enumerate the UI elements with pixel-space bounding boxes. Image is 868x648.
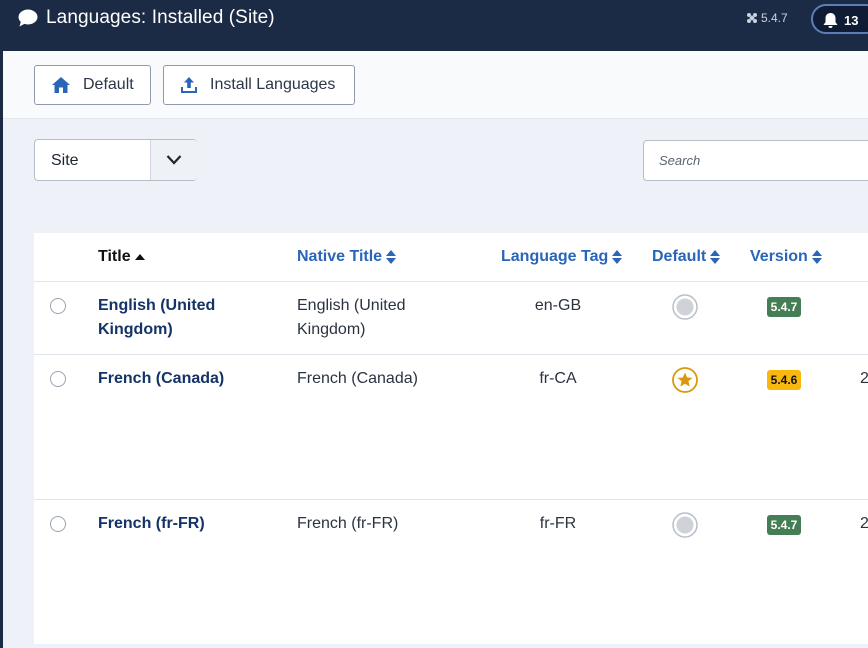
row-divider <box>34 499 868 500</box>
column-header-default[interactable]: Default <box>652 248 721 266</box>
column-header-native-title-label: Native Title <box>297 248 383 265</box>
toolbar: Default Install Languages <box>3 51 868 119</box>
language-tag: fr-FR <box>539 515 577 532</box>
row-select-radio[interactable] <box>50 516 66 532</box>
column-header-version-label: Version <box>750 248 808 265</box>
row-select-radio[interactable] <box>50 298 66 314</box>
client-select-value: Site <box>51 152 79 169</box>
install-languages-label: Install Languages <box>210 76 336 93</box>
column-header-language-tag-label: Language Tag <box>501 248 609 265</box>
native-title: French (Canada) <box>297 370 418 387</box>
column-header-title-label: Title <box>98 248 131 265</box>
sort-icon <box>811 250 822 264</box>
bell-icon <box>823 13 838 28</box>
star-icon[interactable] <box>672 367 698 393</box>
version-badge: 5.4.6 <box>767 370 801 390</box>
default-button-label: Default <box>83 76 134 93</box>
language-tag: fr-CA <box>539 370 577 387</box>
upload-icon <box>181 77 197 93</box>
notifications-button[interactable]: 13 <box>811 4 868 34</box>
language-title-link[interactable]: French (Canada) <box>98 367 248 391</box>
comment-icon <box>18 9 38 27</box>
page-title: Languages: Installed (Site) <box>46 7 275 28</box>
version-text: 5.4.7 <box>761 11 788 25</box>
truncated-cell: 2 <box>860 370 868 387</box>
sort-icon <box>612 250 623 264</box>
column-header-language-tag[interactable]: Language Tag <box>501 248 623 266</box>
column-header-version[interactable]: Version <box>750 248 822 266</box>
language-tag: en-GB <box>534 297 582 314</box>
notifications-count: 13 <box>844 13 859 28</box>
version-badge: 5.4.7 <box>767 297 801 317</box>
truncated-cell: 2 <box>860 515 868 532</box>
joomla-icon <box>747 13 757 23</box>
home-icon <box>52 77 70 93</box>
search-input[interactable] <box>643 140 868 181</box>
sort-asc-icon <box>134 254 145 260</box>
row-select-radio[interactable] <box>50 371 66 387</box>
language-title-link[interactable]: French (fr-FR) <box>98 512 248 536</box>
version-badge: 5.4.7 <box>767 515 801 535</box>
native-title: French (fr-FR) <box>297 515 399 532</box>
client-select[interactable]: Site <box>34 139 197 181</box>
install-languages-button[interactable]: Install Languages <box>163 65 355 105</box>
column-header-title[interactable]: Title <box>98 248 145 266</box>
native-title: English (United Kingdom) <box>297 297 406 338</box>
column-header-default-label: Default <box>652 248 707 265</box>
sort-icon <box>386 250 397 264</box>
version-indicator[interactable]: 5.4.7 <box>746 11 788 25</box>
column-header-native-title[interactable]: Native Title <box>297 248 397 266</box>
app-header: Languages: Installed (Site) 5.4.7 13 <box>0 0 868 51</box>
client-select-arrow[interactable] <box>150 140 197 180</box>
language-title-link[interactable]: English (United Kingdom) <box>98 294 248 342</box>
row-divider <box>34 354 868 355</box>
circle-icon[interactable] <box>672 294 698 320</box>
sidebar-edge <box>0 51 3 648</box>
default-button[interactable]: Default <box>34 65 151 105</box>
chevron-down-icon <box>166 155 182 165</box>
circle-icon[interactable] <box>672 512 698 538</box>
header-divider <box>34 281 868 282</box>
sort-icon <box>710 250 721 264</box>
